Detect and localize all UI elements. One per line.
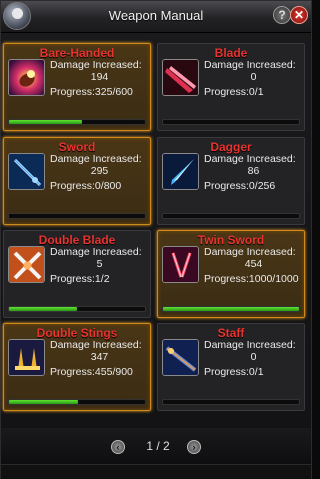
weapon-name: Sword	[58, 140, 96, 154]
damage-label: Damage Increased:	[204, 246, 296, 258]
damage-value: 0	[250, 70, 257, 83]
close-button[interactable]: ✕	[290, 6, 308, 24]
sword-icon	[8, 153, 45, 190]
weapon-manual-window: Weapon Manual ? ✕ Bare-Handed Damage Inc…	[0, 0, 312, 479]
progress-text: Progress:1000/1000	[204, 273, 299, 285]
damage-label: Damage Increased:	[50, 339, 142, 351]
progress-text: Progress:0/1	[204, 86, 264, 98]
progress-fill	[163, 307, 299, 311]
weapon-card-twin-sword[interactable]: Twin Sword Damage Increased: 454 Progres…	[157, 230, 305, 318]
progress-text: Progress:325/600	[50, 86, 133, 98]
weapon-card-staff[interactable]: Staff Damage Increased: 0 Progress:0/1	[157, 323, 305, 411]
damage-value: 5	[96, 257, 103, 270]
damage-value: 295	[90, 164, 109, 177]
weapon-card-blade[interactable]: Blade Damage Increased: 0 Progress:0/1	[157, 43, 305, 131]
weapon-name: Double Stings	[36, 326, 118, 340]
progress-bar	[162, 213, 300, 219]
next-page-button[interactable]: ›	[187, 440, 201, 454]
weapon-name: Staff	[217, 326, 245, 340]
damage-value: 0	[250, 350, 257, 363]
progress-text: Progress:1/2	[50, 273, 110, 285]
progress-bar	[8, 399, 146, 405]
progress-bar	[8, 306, 146, 312]
damage-value: 86	[247, 164, 260, 177]
twin-sword-icon	[162, 246, 199, 283]
damage-label: Damage Increased:	[204, 59, 296, 71]
progress-fill	[9, 307, 77, 311]
progress-text: Progress:0/1	[204, 366, 264, 378]
progress-text: Progress:455/900	[50, 366, 133, 378]
weapon-card-double-stings[interactable]: Double Stings Damage Increased: 347 Prog…	[3, 323, 151, 411]
help-button[interactable]: ?	[273, 6, 291, 24]
damage-label: Damage Increased:	[204, 339, 296, 351]
weapon-card-bare-handed[interactable]: Bare-Handed Damage Increased: 194 Progre…	[3, 43, 151, 131]
double-stings-icon	[8, 339, 45, 376]
damage-label: Damage Increased:	[204, 153, 296, 165]
double-blade-icon	[8, 246, 45, 283]
weapon-name: Bare-Handed	[39, 46, 115, 60]
progress-text: Progress:0/256	[204, 180, 276, 192]
progress-fill	[9, 120, 83, 124]
prev-page-button[interactable]: ‹	[111, 440, 125, 454]
blade-icon	[162, 59, 199, 96]
dagger-icon	[162, 153, 199, 190]
weapon-card-dagger[interactable]: Dagger Damage Increased: 86 Progress:0/2…	[157, 137, 305, 225]
weapon-name: Dagger	[210, 140, 252, 154]
progress-text: Progress:0/800	[50, 180, 122, 192]
window-title: Weapon Manual	[108, 8, 204, 23]
damage-label: Damage Increased:	[50, 246, 142, 258]
damage-value: 347	[90, 350, 109, 363]
page-indicator: 1 / 2	[146, 439, 170, 453]
damage-label: Damage Increased:	[50, 59, 142, 71]
fist-icon	[8, 59, 45, 96]
title-bar[interactable]: Weapon Manual ? ✕	[1, 1, 311, 33]
damage-value: 454	[244, 257, 263, 270]
weapon-name: Blade	[214, 46, 248, 60]
staff-icon	[162, 339, 199, 376]
progress-bar	[162, 399, 300, 405]
progress-bar	[162, 119, 300, 125]
weapon-card-double-blade[interactable]: Double Blade Damage Increased: 5 Progres…	[3, 230, 151, 318]
bottom-strip	[1, 464, 311, 479]
progress-bar	[8, 119, 146, 125]
progress-bar	[8, 213, 146, 219]
weapon-card-sword[interactable]: Sword Damage Increased: 295 Progress:0/8…	[3, 137, 151, 225]
weapon-name: Twin Sword	[197, 233, 265, 247]
damage-value: 194	[90, 70, 109, 83]
damage-label: Damage Increased:	[50, 153, 142, 165]
progress-bar	[162, 306, 300, 312]
progress-fill	[9, 400, 79, 404]
weapon-name: Double Blade	[38, 233, 116, 247]
